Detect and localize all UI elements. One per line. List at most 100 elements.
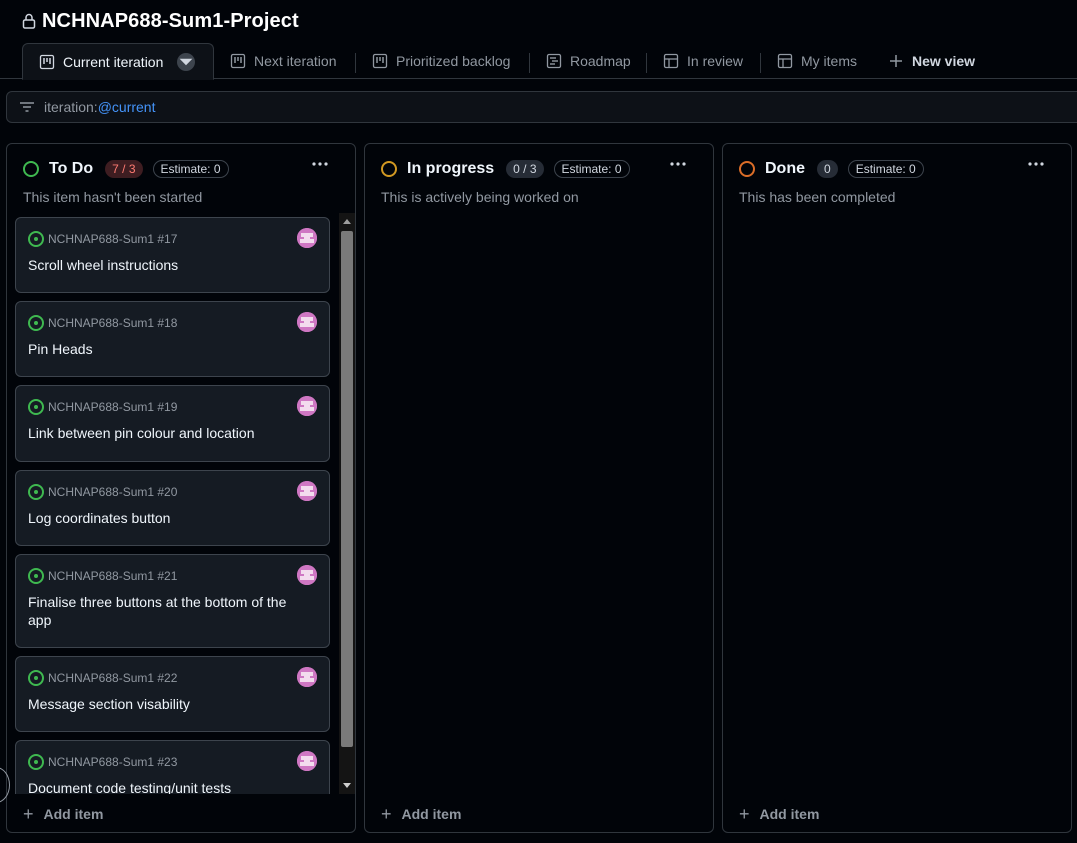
item-count-badge: 7 / 3 [105,160,143,178]
filter-key: iteration: [44,99,98,115]
issue-ref[interactable]: NCHNAP688-Sum1 #21 [48,569,177,583]
estimate-badge: Estimate: 0 [553,160,630,178]
column-menu-button[interactable] [669,156,689,172]
issue-card[interactable]: NCHNAP688-Sum1 #22 Message section visab… [15,656,330,732]
tab-divider [760,53,761,73]
plus-icon: + [23,804,34,824]
issue-title[interactable]: Scroll wheel instructions [28,256,308,274]
column-title: To Do [49,160,94,177]
kebab-horizontal-icon [670,162,686,166]
issue-ref[interactable]: NCHNAP688-Sum1 #18 [48,316,177,330]
filter-icon [20,102,34,112]
issue-ref[interactable]: NCHNAP688-Sum1 #23 [48,755,177,769]
tab-next-iteration[interactable]: Next iteration [222,42,344,79]
issue-open-icon [28,484,44,500]
tab-divider [646,53,647,73]
column-title: Done [765,160,805,177]
avatar[interactable] [297,228,317,248]
issue-card[interactable]: NCHNAP688-Sum1 #21 Finalise three button… [15,554,330,648]
view-tabs: Current iteration Next iteration Priorit… [0,42,1077,80]
issue-card[interactable]: NCHNAP688-Sum1 #18 Pin Heads [15,301,330,377]
column-header: In progress 0 / 3 Estimate: 0 [381,160,630,178]
issue-ref[interactable]: NCHNAP688-Sum1 #22 [48,671,177,685]
issue-open-icon [28,399,44,415]
scrollbar[interactable] [339,213,355,794]
filter-value: @current [97,99,156,115]
kebab-horizontal-icon [312,162,328,166]
issue-title[interactable]: Finalise three buttons at the bottom of … [28,593,308,629]
estimate-badge: Estimate: 0 [847,160,924,178]
tab-label: In review [687,52,744,69]
column-menu-button[interactable] [1027,156,1047,172]
issue-open-icon [28,315,44,331]
issue-ref[interactable]: NCHNAP688-Sum1 #20 [48,485,177,499]
lock-icon [22,13,36,29]
scrollbar-thumb[interactable] [341,231,353,747]
board-icon [372,53,388,68]
avatar[interactable] [297,396,317,416]
tab-in-review[interactable]: In review [655,42,751,79]
add-item-label: Add item [43,806,104,822]
card-list: NCHNAP688-Sum1 #17 Scroll wheel instruct… [15,217,331,794]
avatar[interactable] [297,312,317,332]
issue-open-icon [28,754,44,770]
column-header: Done 0 Estimate: 0 [739,160,924,178]
item-count-badge: 0 / 3 [506,160,544,178]
done-status-icon [739,161,755,177]
tab-current-iteration[interactable]: Current iteration [22,43,214,80]
tab-divider [529,53,530,73]
issue-title[interactable]: Link between pin colour and location [28,424,308,442]
todo-status-icon [23,161,39,177]
table-icon [663,53,679,68]
avatar[interactable] [297,481,317,501]
add-item-button[interactable]: + Add item [381,805,462,823]
new-view-button[interactable]: New view [880,42,983,79]
kebab-horizontal-icon [1028,162,1044,166]
add-item-label: Add item [759,806,820,822]
issue-card[interactable]: NCHNAP688-Sum1 #19 Link between pin colo… [15,385,330,462]
issue-title[interactable]: Message section visability [28,695,308,713]
issue-open-icon [28,670,44,686]
issue-ref[interactable]: NCHNAP688-Sum1 #17 [48,232,177,246]
project-header: NCHNAP688-Sum1-Project [22,8,299,34]
issue-ref[interactable]: NCHNAP688-Sum1 #19 [48,400,177,414]
column-to-do: To Do 7 / 3 Estimate: 0 This item hasn't… [6,143,356,833]
tab-divider [355,53,356,73]
issue-title[interactable]: Log coordinates button [28,509,308,527]
issue-card[interactable]: NCHNAP688-Sum1 #20 Log coordinates butto… [15,470,330,546]
tab-prioritized-backlog[interactable]: Prioritized backlog [364,42,518,79]
issue-title[interactable]: Document code testing/unit tests [28,779,308,794]
board-icon [39,54,55,69]
chevron-down-icon[interactable] [177,52,196,71]
issue-card[interactable]: NCHNAP688-Sum1 #17 Scroll wheel instruct… [15,217,330,293]
scroll-down-arrow-icon[interactable] [343,783,351,788]
column-done: Done 0 Estimate: 0 This has been complet… [722,143,1072,833]
issue-card[interactable]: NCHNAP688-Sum1 #23 Document code testing… [15,740,330,794]
filter-input[interactable]: iteration:@current [6,91,1077,123]
column-header: To Do 7 / 3 Estimate: 0 [23,160,229,178]
item-count-badge: 0 [817,160,838,178]
tab-label: Current iteration [63,53,164,70]
column-description: This item hasn't been started [23,189,203,205]
column-description: This has been completed [739,189,896,205]
avatar[interactable] [297,751,317,771]
add-item-button[interactable]: + Add item [23,804,104,824]
estimate-badge: Estimate: 0 [152,160,229,178]
scroll-up-arrow-icon[interactable] [343,219,351,224]
in-progress-status-icon [381,161,397,177]
tab-label: Roadmap [570,52,631,69]
issue-title[interactable]: Pin Heads [28,340,308,358]
column-menu-button[interactable] [311,156,331,172]
add-item-button[interactable]: + Add item [739,804,820,824]
column-description: This is actively being worked on [381,189,579,205]
add-item-label: Add item [401,806,462,822]
project-title[interactable]: NCHNAP688-Sum1-Project [42,10,299,33]
tab-my-items[interactable]: My items [769,42,865,79]
tab-roadmap[interactable]: Roadmap [538,42,639,79]
avatar[interactable] [297,565,317,585]
plus-icon [890,54,902,67]
tab-label: New view [912,52,976,69]
plus-icon: + [739,804,750,824]
avatar[interactable] [297,667,317,687]
table-icon [777,53,793,68]
